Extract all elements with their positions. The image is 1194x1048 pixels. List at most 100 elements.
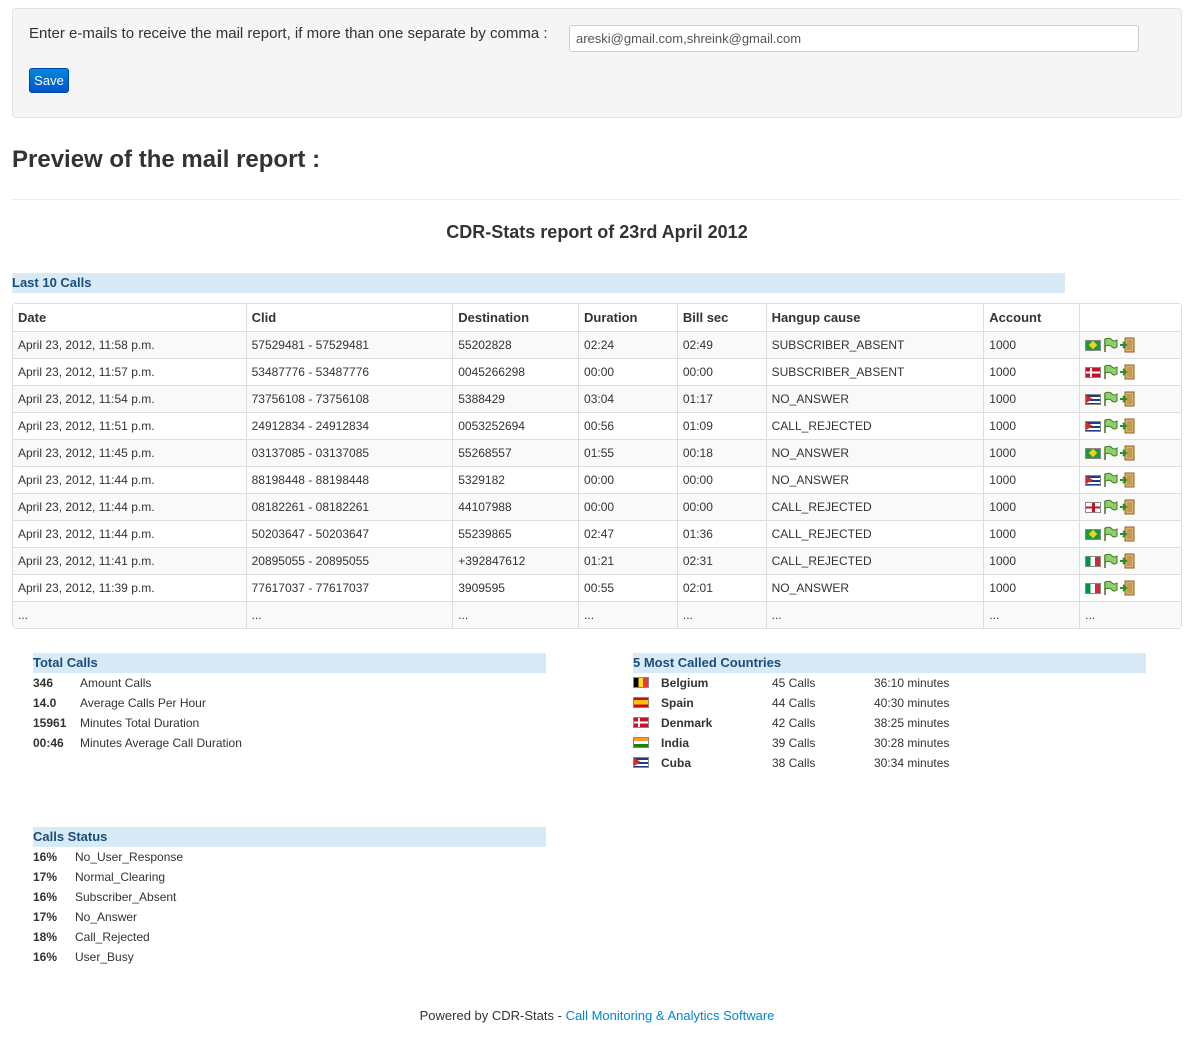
save-button[interactable]: Save [29, 68, 69, 93]
col-date: Date [13, 304, 246, 331]
status-label: Subscriber_Absent [75, 890, 177, 904]
report-title: CDR-Stats report of 23rd April 2012 [446, 222, 748, 242]
cell-date: April 23, 2012, 11:54 p.m. [13, 385, 246, 412]
email-input[interactable] [569, 25, 1139, 52]
exit-action-icon[interactable] [1119, 526, 1135, 542]
calls-status-item: 16% No_User_Response [33, 847, 533, 867]
calls-status-item: 17% No_Answer [33, 907, 533, 927]
cell-clid: 57529481 - 57529481 [245, 331, 453, 358]
cell-date: April 23, 2012, 11:57 p.m. [13, 358, 246, 385]
cell-ellipsis: ... [578, 601, 677, 628]
flag-action-icon[interactable] [1102, 391, 1118, 407]
flag-action-icon[interactable] [1102, 445, 1118, 461]
exit-action-icon[interactable] [1119, 391, 1135, 407]
table-row-more: ........................ [13, 601, 1181, 628]
cell-hangup: SUBSCRIBER_ABSENT [765, 358, 984, 385]
cell-billsec: 01:17 [676, 385, 766, 412]
exit-action-icon[interactable] [1119, 499, 1135, 515]
exit-action-icon[interactable] [1119, 472, 1135, 488]
cell-date: April 23, 2012, 11:51 p.m. [13, 412, 246, 439]
flag-action-icon[interactable] [1102, 364, 1118, 380]
flag-action-icon[interactable] [1102, 499, 1118, 515]
flag-cu-icon [633, 757, 649, 768]
flag-action-icon[interactable] [1102, 580, 1118, 596]
total-calls-item: 00:46 Minutes Average Call Duration [33, 733, 533, 753]
cell-ellipsis: ... [765, 601, 984, 628]
cell-hangup: NO_ANSWER [765, 439, 984, 466]
cell-duration: 01:21 [578, 547, 677, 574]
cell-actions [1079, 412, 1181, 439]
cell-billsec: 00:00 [676, 358, 766, 385]
country-item: Denmark 42 Calls 38:25 minutes [633, 713, 1133, 733]
cell-actions [1079, 493, 1181, 520]
exit-action-icon[interactable] [1119, 364, 1135, 380]
footer-link[interactable]: Call Monitoring & Analytics Software [566, 1008, 775, 1023]
cell-destination: +392847612 [452, 547, 579, 574]
cell-clid: 53487776 - 53487776 [245, 358, 453, 385]
cell-billsec: 00:00 [676, 466, 766, 493]
cell-ellipsis: ... [1079, 601, 1181, 628]
cell-hangup: NO_ANSWER [765, 466, 984, 493]
cell-billsec: 01:09 [676, 412, 766, 439]
status-percent: 17% [33, 870, 58, 884]
flag-action-icon[interactable] [1102, 337, 1118, 353]
status-label: No_Answer [75, 910, 138, 924]
country-item: India 39 Calls 30:28 minutes [633, 733, 1133, 753]
cell-clid: 50203647 - 50203647 [245, 520, 453, 547]
cell-duration: 02:47 [578, 520, 677, 547]
exit-action-icon[interactable] [1119, 553, 1135, 569]
cell-account: 1000 [983, 493, 1080, 520]
exit-action-icon[interactable] [1119, 418, 1135, 434]
flag-it-icon [1085, 582, 1102, 594]
cell-destination: 5388429 [452, 385, 579, 412]
table-row: April 23, 2012, 11:39 p.m. 77617037 - 776… [13, 574, 1181, 601]
country-name: Denmark [661, 716, 713, 730]
status-label: Call_Rejected [75, 930, 150, 944]
cell-hangup: NO_ANSWER [765, 385, 984, 412]
exit-action-icon[interactable] [1119, 445, 1135, 461]
cell-clid: 77617037 - 77617037 [245, 574, 453, 601]
country-calls: 45 Calls [772, 676, 816, 690]
flag-action-icon[interactable] [1102, 418, 1118, 434]
table-row: April 23, 2012, 11:58 p.m. 57529481 - 575… [13, 331, 1181, 358]
last-calls-table: Date Clid Destination Duration Bill sec … [12, 303, 1182, 629]
stat-label: Average Calls Per Hour [80, 696, 206, 710]
cell-date: April 23, 2012, 11:44 p.m. [13, 466, 246, 493]
country-calls: 42 Calls [772, 716, 816, 730]
cell-billsec: 02:01 [676, 574, 766, 601]
country-calls: 38 Calls [772, 756, 816, 770]
cell-ellipsis: ... [676, 601, 766, 628]
cell-ellipsis: ... [452, 601, 579, 628]
status-percent: 16% [33, 850, 58, 864]
cell-hangup: SUBSCRIBER_ABSENT [765, 331, 984, 358]
cell-ellipsis: ... [983, 601, 1080, 628]
col-billsec: Bill sec [676, 304, 766, 331]
flag-cu-icon [1085, 393, 1102, 405]
flag-action-icon[interactable] [1102, 526, 1118, 542]
stat-value: 00:46 [33, 736, 64, 750]
mail-settings-panel: Enter e-mails to receive the mail report… [12, 8, 1182, 118]
total-calls-item: 14.0 Average Calls Per Hour [33, 693, 533, 713]
cell-duration: 00:00 [578, 493, 677, 520]
total-calls-heading: Total Calls [33, 653, 546, 673]
flag-action-icon[interactable] [1102, 472, 1118, 488]
cell-clid: 03137085 - 03137085 [245, 439, 453, 466]
exit-action-icon[interactable] [1119, 337, 1135, 353]
exit-action-icon[interactable] [1119, 580, 1135, 596]
status-label: No_User_Response [75, 850, 184, 864]
flag-action-icon[interactable] [1102, 553, 1118, 569]
cell-account: 1000 [983, 439, 1080, 466]
calls-status-heading: Calls Status [33, 827, 546, 847]
calls-status-item: 16% User_Busy [33, 947, 533, 967]
cell-hangup: NO_ANSWER [765, 574, 984, 601]
cell-duration: 00:56 [578, 412, 677, 439]
flag-br-icon [1085, 447, 1102, 459]
footer-text: Powered by CDR-Stats - [419, 1008, 566, 1023]
cell-hangup: CALL_REJECTED [765, 412, 984, 439]
flag-es-icon [633, 697, 649, 708]
cell-clid: 24912834 - 24912834 [245, 412, 453, 439]
country-minutes: 30:34 minutes [874, 756, 950, 770]
col-duration: Duration [578, 304, 677, 331]
cell-actions [1079, 547, 1181, 574]
flag-cu-icon [1085, 474, 1102, 486]
